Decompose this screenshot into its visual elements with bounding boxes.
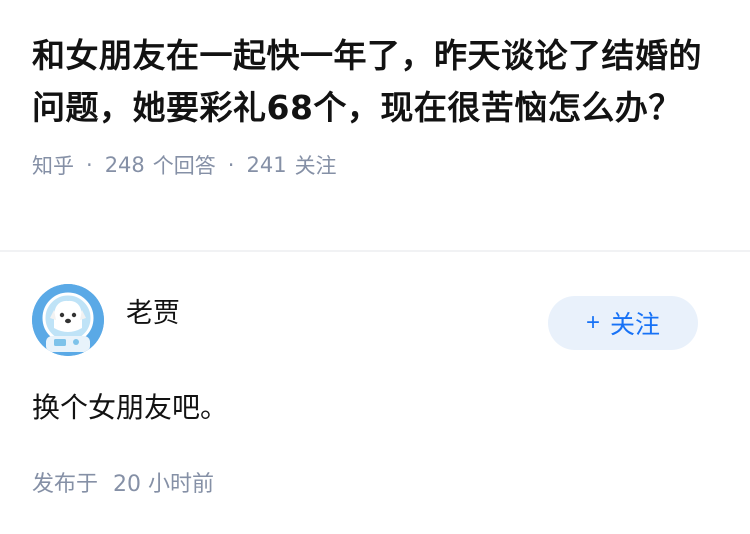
plus-icon: + xyxy=(585,309,600,336)
answer-content[interactable]: 换个女朋友吧。 xyxy=(32,386,718,426)
answers-count: 248 xyxy=(104,153,145,177)
answer-timestamp: 发布于 20 小时前 xyxy=(32,466,718,498)
source-label[interactable]: 知乎 xyxy=(32,150,74,180)
question-header: 和女朋友在一起快一年了，昨天谈论了结婚的问题，她要彩礼68个，现在很苦恼怎么办？… xyxy=(0,0,750,220)
question-title[interactable]: 和女朋友在一起快一年了，昨天谈论了结婚的问题，她要彩礼68个，现在很苦恼怎么办？ xyxy=(32,30,718,134)
follow-button[interactable]: + 关注 xyxy=(548,296,698,350)
followers-label: 关注 xyxy=(294,154,337,178)
follow-button-label: 关注 xyxy=(610,311,661,339)
followers-count: 241 xyxy=(246,153,287,177)
meta-separator: · xyxy=(227,153,235,177)
published-label: 发布于 xyxy=(32,472,99,497)
meta-separator: · xyxy=(86,153,93,177)
answer-card: 老贾 + 关注 换个女朋友吧。 发布于 20 小时前 xyxy=(0,252,750,498)
question-meta: 知乎 · 248 个回答 · 241 关注 xyxy=(32,150,718,180)
published-time: 20 小时前 xyxy=(113,472,215,497)
astronaut-dog-icon xyxy=(32,284,104,356)
avatar[interactable] xyxy=(32,284,104,356)
answers-label: 个回答 xyxy=(152,154,216,178)
author-name[interactable]: 老贾 xyxy=(126,291,180,330)
